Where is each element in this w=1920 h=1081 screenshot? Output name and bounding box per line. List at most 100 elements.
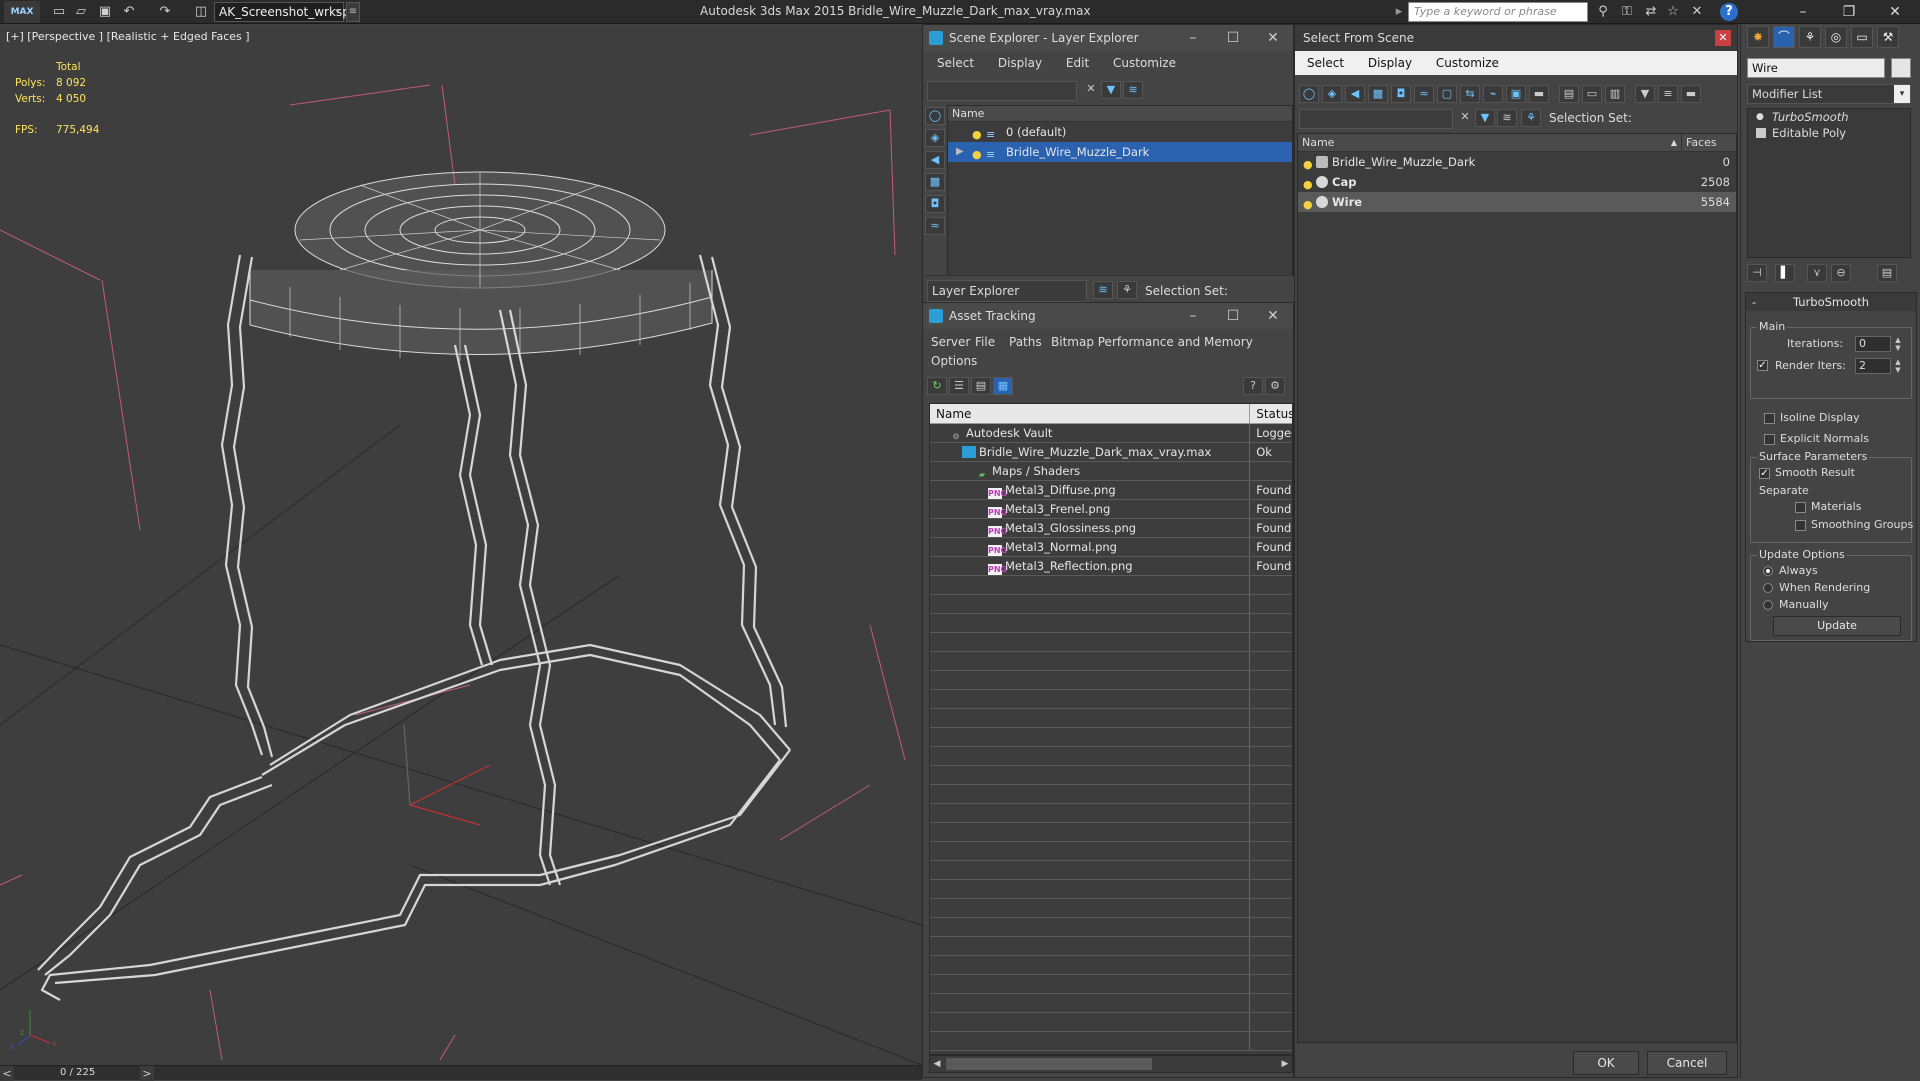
filter-icon[interactable]: ▼ (1635, 85, 1655, 103)
isoline-display-checkbox[interactable] (1764, 413, 1775, 424)
pin-stack-icon[interactable]: ⊣ (1747, 264, 1767, 282)
menu-select[interactable]: Select (937, 56, 974, 70)
restore-button[interactable]: ❐ (1834, 2, 1864, 22)
stack-item-editable-poly[interactable]: Editable Poly (1748, 125, 1910, 141)
close-button[interactable]: ✕ (1715, 30, 1731, 46)
explorer-type-dropdown[interactable]: Layer Explorer (927, 280, 1087, 302)
cancel-button[interactable]: Cancel (1647, 1051, 1727, 1075)
star-icon[interactable]: ☆ (1664, 3, 1682, 21)
asset-row[interactable]: Bridle_Wire_Muzzle_Dark_max_vray.max Ok (930, 443, 1292, 462)
search-input[interactable]: Type a keyword or phrase (1408, 2, 1588, 22)
display-geometry-icon[interactable]: ◯ (1299, 85, 1319, 103)
display-lights-icon[interactable]: ◀ (1345, 85, 1365, 103)
help-icon[interactable]: ? (1243, 377, 1263, 395)
menu-options[interactable]: Options (931, 354, 977, 368)
rollout-header[interactable]: - TurboSmooth (1746, 293, 1916, 311)
scroll-thumb[interactable] (946, 1058, 1152, 1070)
asset-tracking-titlebar[interactable]: Asset Tracking – ☐ ✕ (923, 303, 1293, 329)
x-icon[interactable]: ✕ (1688, 3, 1706, 21)
sort-icon[interactable]: ≡ (1658, 85, 1678, 103)
select-from-scene-titlebar[interactable]: Select From Scene ✕ (1295, 25, 1737, 51)
find-input[interactable] (927, 81, 1077, 101)
stack-item-turbosmooth[interactable]: ● TurboSmooth (1748, 109, 1910, 125)
spinner-arrows-icon[interactable]: ▲ ▼ (1893, 358, 1903, 374)
when-rendering-radio[interactable] (1763, 583, 1773, 593)
column-header-faces[interactable]: Faces (1682, 134, 1736, 151)
close-button[interactable]: ✕ (1880, 2, 1910, 22)
menu-customize[interactable]: Customize (1436, 56, 1499, 70)
explicit-normals-checkbox[interactable] (1764, 434, 1775, 445)
select-none-icon[interactable]: ▭ (1582, 85, 1602, 103)
display-all-icon[interactable]: ▬ (1529, 85, 1549, 103)
object-row[interactable]: ● Bridle_Wire_Muzzle_Dark 0 (1298, 152, 1736, 172)
column-header-name[interactable]: Name (948, 106, 1292, 122)
display-groups-icon[interactable]: ▢ (1437, 85, 1457, 103)
search-arrow-icon[interactable]: ▸ (1390, 3, 1408, 21)
hierarchy-icon[interactable]: ⚘ (1521, 109, 1541, 127)
display-tab-icon[interactable]: ▭ (1851, 26, 1873, 48)
hierarchy-icon[interactable]: ⚘ (1117, 281, 1137, 299)
next-frame-button[interactable]: > (140, 1066, 154, 1081)
display-xrefs-icon[interactable]: ⇆ (1460, 85, 1480, 103)
menu-server[interactable]: Server (931, 335, 970, 349)
manually-radio[interactable] (1763, 600, 1773, 610)
scroll-right-icon[interactable]: ▶ (1278, 1056, 1292, 1072)
remove-modifier-icon[interactable]: ⊖ (1831, 264, 1851, 282)
workspace-dropdown[interactable]: AK_Screenshot_wrksp ▾ (214, 2, 350, 22)
display-helpers-icon[interactable]: ◘ (1391, 85, 1411, 103)
asset-row[interactable]: PNGMetal3_Diffuse.png Found (930, 481, 1292, 500)
settings-icon[interactable]: ⚙ (1265, 377, 1285, 395)
asset-row[interactable]: ⚙ Autodesk Vault Logged (930, 424, 1292, 443)
object-row[interactable]: ● Wire 5584 (1298, 192, 1736, 212)
modifier-list-dropdown[interactable]: Modifier List ▾ (1747, 84, 1911, 104)
app-logo-icon[interactable]: MAX (4, 1, 40, 23)
column-header-status[interactable]: Status (1250, 404, 1292, 423)
display-helpers-icon[interactable]: ◘ (925, 195, 945, 213)
horizontal-scrollbar[interactable]: ◀ ▶ (929, 1055, 1293, 1073)
smooth-result-checkbox[interactable]: ✓ (1759, 468, 1770, 479)
ok-button[interactable]: OK (1573, 1051, 1639, 1075)
light-bulb-icon[interactable]: ● (972, 145, 982, 165)
update-button[interactable]: Update (1773, 616, 1901, 636)
object-row[interactable]: ● Cap 2508 (1298, 172, 1736, 192)
find-input[interactable] (1299, 109, 1453, 129)
menu-display[interactable]: Display (998, 56, 1042, 70)
viewport-label[interactable]: [+] [Perspective ] [Realistic + Edged Fa… (6, 30, 250, 43)
close-button[interactable]: ✕ (1253, 303, 1293, 329)
scene-explorer-titlebar[interactable]: Scene Explorer - Layer Explorer – ☐ ✕ (923, 25, 1293, 51)
layer-row[interactable]: ▶ ● ≡ Bridle_Wire_Muzzle_Dark (948, 142, 1292, 162)
iterations-spinner[interactable]: 0 (1855, 336, 1891, 352)
collapse-rollout-icon[interactable]: - (1752, 293, 1756, 311)
object-name-field[interactable]: Wire (1747, 58, 1885, 78)
make-unique-icon[interactable]: ⋎ (1807, 264, 1827, 282)
expand-arrow-icon[interactable]: ▶ (956, 142, 964, 162)
column-header-name[interactable]: Name ▲ (1298, 134, 1682, 151)
perspective-viewport[interactable]: [+] [Perspective ] [Realistic + Edged Fa… (0, 25, 922, 1065)
display-spacewarps-icon[interactable]: ≈ (925, 217, 945, 235)
smoothing-groups-checkbox[interactable] (1795, 520, 1806, 531)
new-file-icon[interactable]: ▭ (50, 3, 68, 21)
time-slider[interactable]: < 0 / 225 > (0, 1065, 922, 1081)
clear-filter-icon[interactable]: ✕ (1455, 109, 1475, 127)
undo-icon[interactable]: ↶ (120, 3, 138, 21)
binoculars-icon[interactable]: ⚲ (1594, 3, 1612, 21)
close-button[interactable]: ✕ (1253, 25, 1293, 51)
menu-display[interactable]: Display (1368, 56, 1412, 70)
display-shapes-icon[interactable]: ◈ (1322, 85, 1342, 103)
maximize-button[interactable]: ☐ (1213, 303, 1253, 329)
layers-icon[interactable]: ≋ (1123, 81, 1143, 99)
open-file-icon[interactable]: ▱ (72, 3, 90, 21)
save-icon[interactable]: ▣ (96, 3, 114, 21)
asset-row[interactable]: PNGMetal3_Reflection.png Found (930, 557, 1292, 576)
filter-toggle-icon[interactable]: ▼ (1475, 109, 1495, 127)
configure-sets-icon[interactable]: ▤ (1877, 264, 1897, 282)
exchange-icon[interactable]: ⇄ (1642, 3, 1660, 21)
layers-icon[interactable]: ≋ (1497, 109, 1517, 127)
prev-frame-button[interactable]: < (0, 1066, 14, 1081)
render-iters-spinner[interactable]: 2 (1855, 358, 1891, 374)
help-icon[interactable]: ? (1720, 3, 1738, 21)
materials-checkbox[interactable] (1795, 502, 1806, 513)
create-tab-icon[interactable]: ✸ (1747, 26, 1769, 48)
layer-row[interactable]: ● ≡ 0 (default) (948, 122, 1292, 142)
display-shapes-icon[interactable]: ◈ (925, 129, 945, 147)
